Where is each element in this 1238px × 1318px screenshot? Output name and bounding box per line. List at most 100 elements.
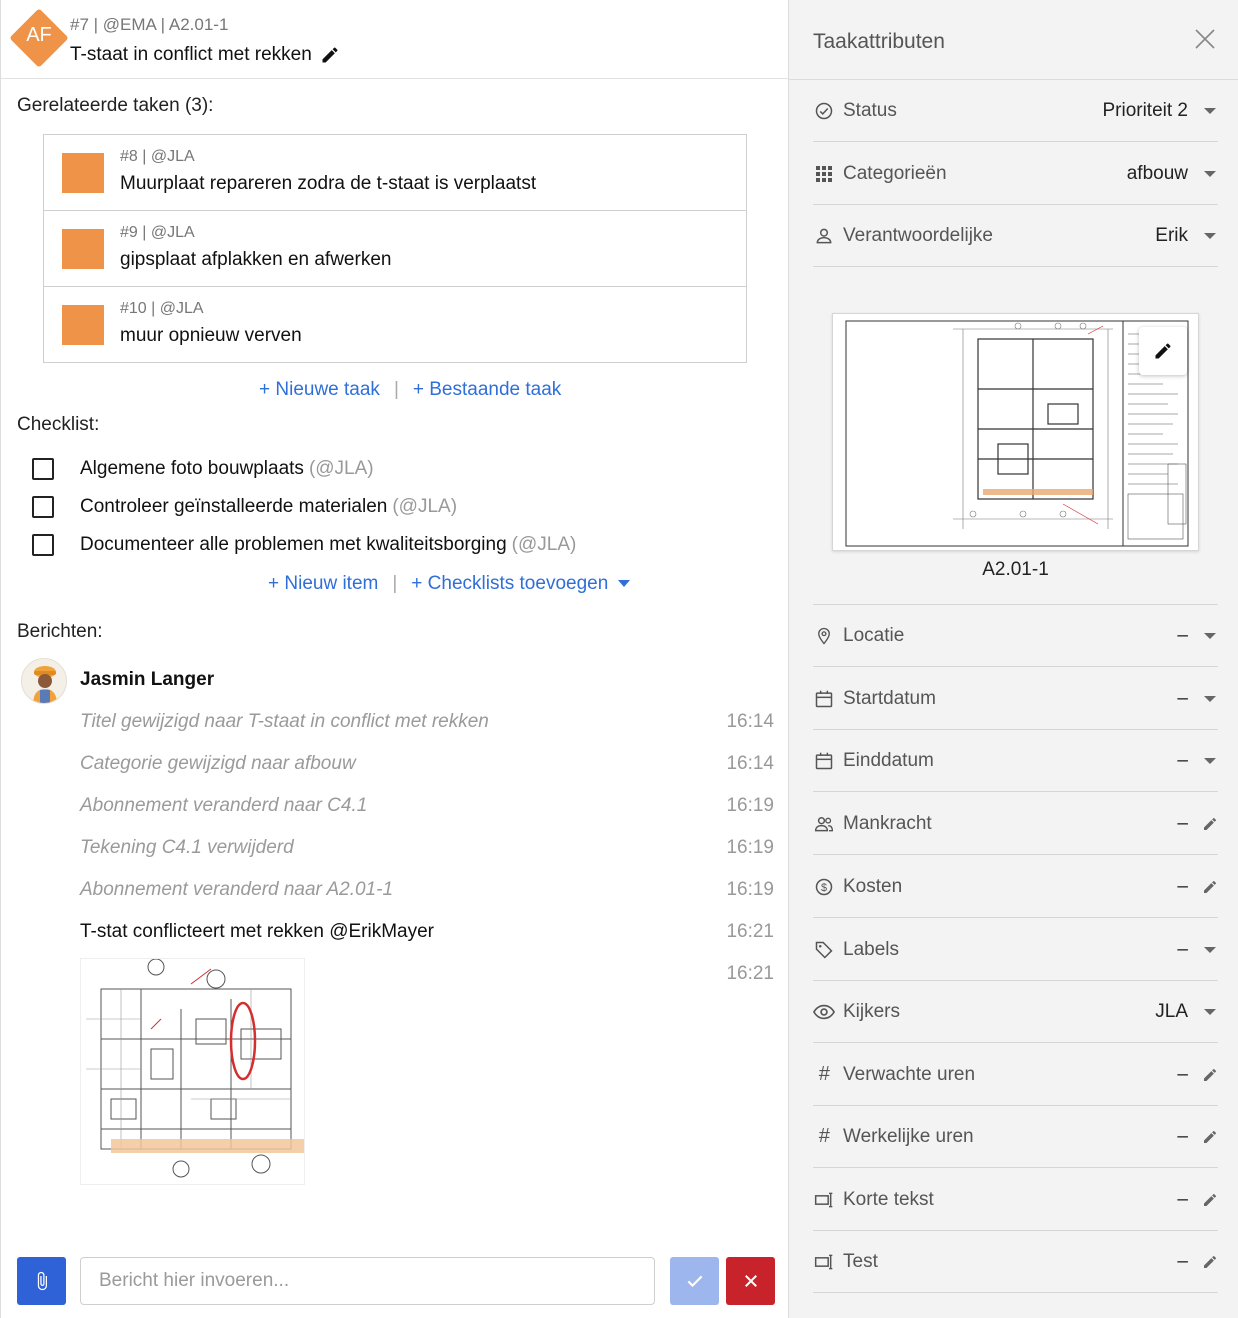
checkmark-icon [687,1275,702,1288]
attribute-value[interactable]: Prioriteit 2 [1102,100,1188,122]
attribute-value[interactable]: – [1177,1126,1188,1148]
attribute-start-date[interactable]: Startdatum – [813,668,1218,730]
attribute-responsible[interactable]: Verantwoordelijke Erik [813,205,1218,267]
checklist-item-text: Controleer geïnstalleerde materialen [80,496,388,517]
related-task-title[interactable]: Muurplaat repareren zodra de t-staat is … [120,173,536,195]
pencil-icon[interactable] [1202,1253,1218,1271]
attribute-value[interactable]: Erik [1155,225,1188,247]
chevron-down-icon[interactable] [1202,946,1218,953]
attribute-costs[interactable]: $ Kosten – [813,856,1218,918]
attribute-label: Kijkers [843,1000,901,1022]
attribute-categories[interactable]: Categorieën afbouw [813,143,1218,205]
attribute-location[interactable]: Locatie – [813,605,1218,667]
chevron-down-icon[interactable] [1202,695,1218,702]
message-time: 16:19 [726,879,774,900]
message-image-attachment[interactable] [80,958,305,1185]
message-row: Abonnement veranderd naar A2.01-1 16:19 [80,879,774,901]
pencil-icon[interactable] [1202,1191,1218,1209]
attribute-label: Test [843,1250,878,1272]
message-row: Tekening C4.1 verwijderd 16:19 [80,837,774,859]
task-title[interactable]: T-staat in conflict met rekken [70,44,312,66]
attribute-watchers[interactable]: Kijkers JLA [813,981,1218,1043]
attribute-value[interactable]: – [1177,1251,1188,1273]
cancel-button[interactable] [726,1257,775,1305]
message-row: Titel gewijzigd naar T-staat in conflict… [80,711,774,733]
pencil-icon[interactable] [1202,815,1218,833]
attribute-expected-hours[interactable]: # Verwachte uren – [813,1044,1218,1106]
checklist-item[interactable]: Controleer geïnstalleerde materialen (@J… [32,496,457,518]
close-icon[interactable] [1193,27,1217,51]
attribute-label: Mankracht [843,812,932,834]
attribute-actual-hours[interactable]: # Werkelijke uren – [813,1106,1218,1168]
attribute-value[interactable]: – [1177,625,1188,647]
attribute-test[interactable]: Test – [813,1231,1218,1293]
related-task-item[interactable]: #8 | @JLA Muurplaat repareren zodra de t… [44,135,746,211]
send-button[interactable] [670,1257,719,1305]
related-task-title[interactable]: muur opnieuw verven [120,325,302,347]
attribute-end-date[interactable]: Einddatum – [813,730,1218,792]
attribute-label: Kosten [843,875,903,897]
attribute-label: Locatie [843,624,905,646]
attribute-value[interactable]: – [1177,1189,1188,1211]
message-row: Categorie gewijzigd naar afbouw 16:14 [80,753,774,775]
related-task-item[interactable]: #9 | @JLA gipsplaat afplakken en afwerke… [44,211,746,287]
attribute-short-text[interactable]: Korte tekst – [813,1169,1218,1231]
pencil-icon[interactable] [320,45,340,65]
chevron-down-icon[interactable] [1202,232,1218,239]
checklist-item[interactable]: Documenteer alle problemen met kwaliteit… [32,534,576,556]
attach-button[interactable] [17,1257,66,1305]
attribute-value[interactable]: – [1177,876,1188,898]
checklist-checkbox[interactable] [32,496,54,518]
pencil-icon [1155,343,1171,359]
people-icon [813,813,835,835]
check-circle-icon [813,100,835,122]
message-author: Jasmin Langer [80,669,215,690]
attribute-value[interactable]: – [1177,1064,1188,1086]
attribute-value[interactable]: JLA [1155,1001,1188,1023]
related-task-item[interactable]: #10 | @JLA muur opnieuw verven [44,287,746,362]
chevron-down-icon[interactable] [1202,170,1218,177]
chevron-down-icon[interactable] [1202,757,1218,764]
task-avatar-initials: AF [26,24,52,46]
task-header: AF #7 | @EMA | A2.01-1 T-staat in confli… [1,0,789,79]
chevron-down-icon[interactable] [1202,632,1218,639]
calendar-icon [813,750,835,772]
related-task-title[interactable]: gipsplaat afplakken en afwerken [120,249,391,271]
attribute-value[interactable]: – [1177,688,1188,710]
attribute-label: Einddatum [843,749,934,771]
chevron-down-icon[interactable] [1202,107,1218,114]
pencil-icon[interactable] [1202,1128,1218,1146]
attribute-value[interactable]: afbouw [1127,163,1188,185]
attribute-status[interactable]: Status Prioriteit 2 [813,80,1218,142]
task-detail-panel: AF #7 | @EMA | A2.01-1 T-staat in confli… [0,0,789,1318]
dollar-circle-icon: $ [813,876,835,898]
checklist-item-text: Algemene foto bouwplaats [80,458,304,479]
pencil-icon[interactable] [1202,878,1218,896]
checklist-item-user: (@JLA) [392,496,458,517]
new-task-link[interactable]: + Nieuwe taak [259,379,380,401]
message-input[interactable] [80,1257,655,1305]
add-checklists-link[interactable]: + Checklists toevoegen [411,573,631,595]
task-title-row[interactable]: T-staat in conflict met rekken [70,44,340,66]
checklist-item[interactable]: Algemene foto bouwplaats (@JLA) [32,458,374,480]
attribute-labels[interactable]: Labels – [813,919,1218,981]
pencil-icon[interactable] [1202,1066,1218,1084]
attribute-manpower[interactable]: Mankracht – [813,793,1218,855]
edit-drawing-button[interactable] [1139,327,1187,375]
existing-task-link[interactable]: + Bestaande taak [413,379,561,401]
text-field-icon [813,1189,835,1211]
message-text: Titel gewijzigd naar T-staat in conflict… [80,711,489,732]
svg-text:$: $ [821,881,827,893]
link-separator: | [392,573,398,594]
attribute-value[interactable]: – [1177,813,1188,835]
tag-icon [813,939,835,961]
person-icon [813,225,835,247]
checklist-checkbox[interactable] [32,534,54,556]
floor-plan-snippet-image [81,959,304,1184]
chevron-down-icon[interactable] [1202,1008,1218,1015]
checklist-checkbox[interactable] [32,458,54,480]
attribute-label: Status [843,99,897,121]
new-item-link[interactable]: + Nieuw item [268,573,378,595]
attribute-value[interactable]: – [1177,750,1188,772]
attribute-value[interactable]: – [1177,939,1188,961]
